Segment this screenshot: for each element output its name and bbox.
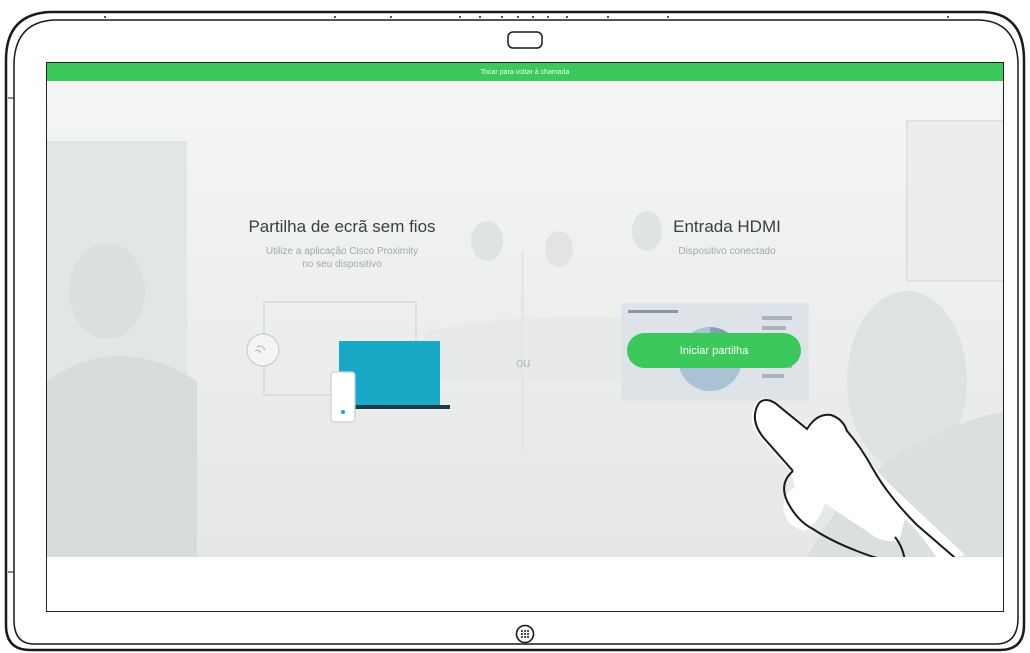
meeting-room-background: Partilha de ecrã sem fios Utilize a apli…	[47, 81, 1003, 557]
camera-icon	[507, 31, 543, 49]
wireless-share-instructions: Utilize a aplicação Cisco Proximity no s…	[217, 245, 467, 271]
or-separator: ou	[516, 355, 531, 370]
home-icon[interactable]	[515, 624, 535, 644]
wireless-instruction-line-2: no seu dispositivo	[302, 259, 382, 270]
hdmi-section: Entrada HDMI Dispositivo conectado	[607, 217, 847, 258]
laptop-icon	[339, 341, 450, 409]
wireless-share-illustration	[246, 301, 450, 423]
phone-icon	[330, 371, 356, 423]
wireless-share-section: Partilha de ecrã sem fios Utilize a apli…	[217, 217, 467, 271]
start-sharing-button[interactable]: Iniciar partilha	[627, 333, 801, 368]
hdmi-status: Dispositivo conectado	[678, 246, 776, 257]
hand-icon	[752, 398, 965, 557]
return-to-call-text: Tocar para voltar à chamada	[480, 68, 570, 76]
wireless-share-title: Partilha de ecrã sem fios	[248, 217, 436, 236]
touch-screen: Tocar para voltar à chamada Partilha de …	[46, 62, 1004, 612]
hdmi-title: Entrada HDMI	[673, 217, 781, 236]
wireless-instruction-line-1: Utilize a aplicação Cisco Proximity	[265, 246, 419, 257]
screen-bottom-bar	[47, 557, 1003, 611]
return-to-call-banner[interactable]: Tocar para voltar à chamada	[47, 63, 1003, 81]
proximity-icon	[246, 333, 280, 367]
